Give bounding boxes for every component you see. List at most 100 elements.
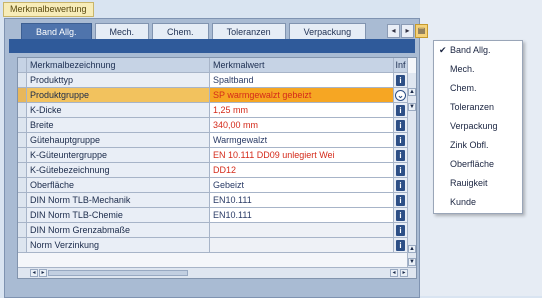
characteristic-value-field[interactable]: Gebeizt [210,178,394,193]
row-selector[interactable] [18,73,27,88]
menu-item-label: Band Allg. [450,45,491,55]
characteristic-value-field[interactable] [210,223,394,238]
characteristics-panel: Band Allg. Mech. Chem. Toleranzen Verpac… [4,18,428,298]
table-row[interactable]: Güte­hauptgruppe Warmgewalzt i [18,133,408,148]
tab-prev-button[interactable]: ◂ [387,24,400,38]
table-row[interactable]: K-Dicke 1,25 mm i [18,103,408,118]
menu-item[interactable]: Zink Obfl. [434,136,522,155]
menu-item[interactable]: Oberfläche [434,155,522,174]
characteristic-value-field[interactable]: EN 10.111 DD09 unlegiert Wei [210,148,394,163]
table-row[interactable]: DIN Norm Grenzabmaße i [18,223,408,238]
info-icon[interactable]: i [396,165,405,176]
menu-item[interactable]: Chem. [434,79,522,98]
characteristic-value-field[interactable]: SP warmgewalzt gebeizt [210,88,394,103]
table-row[interactable]: K-Güteuntergruppe EN 10.111 DD09 unlegier… [18,148,408,163]
table-row[interactable]: Produktgruppe SP warmgewalzt gebeizt ⌄ [18,88,408,103]
row-selector[interactable] [18,148,27,163]
characteristic-value-field[interactable]: 340,00 mm [210,118,394,133]
characteristic-value-field[interactable]: Spaltband [210,73,394,88]
characteristic-value-field[interactable]: DD12 [210,163,394,178]
info-icon[interactable]: i [396,210,405,221]
column-header-info[interactable]: Inf [394,58,408,73]
row-selector[interactable] [18,103,27,118]
row-selector[interactable] [18,238,27,253]
info-icon[interactable]: i [396,225,405,236]
tab-band-allg[interactable]: Band Allg. [21,23,92,40]
scroll-left-icon[interactable]: ◂ [30,269,38,277]
scroll-down-icon[interactable]: ▼ [408,103,416,111]
info-icon[interactable]: i [396,150,405,161]
scroll-right-end-icon[interactable]: ▸ [400,269,408,277]
tab-toleranzen[interactable]: Toleranzen [211,23,286,40]
tab-next-button[interactable]: ▸ [401,24,414,38]
table-row[interactable]: Breite 340,00 mm i [18,118,408,133]
characteristic-name: K-Güteuntergruppe [27,148,210,163]
scroll-up-icon[interactable]: ▲ [408,88,416,96]
characteristic-name: Produktgruppe [27,88,210,103]
table-row[interactable]: DIN Norm TLB-Chemie EN10.111 i [18,208,408,223]
menu-item-label: Oberfläche [450,159,495,169]
characteristic-value-field[interactable]: EN10.111 [210,208,394,223]
info-icon[interactable]: i [396,135,405,146]
row-selector-header[interactable] [18,58,27,73]
characteristic-name: Güte­hauptgruppe [27,133,210,148]
characteristic-value-field[interactable] [210,238,394,253]
scroll-left-end-icon[interactable]: ◂ [390,269,398,277]
row-selector[interactable] [18,208,27,223]
menu-item[interactable]: Rauigkeit [434,174,522,193]
tab-list-menu-button[interactable]: ▤ [415,24,428,38]
info-icon[interactable]: i [396,240,405,251]
scroll-up-bottom-icon[interactable]: ▲ [408,245,416,253]
row-selector[interactable] [18,88,27,103]
characteristic-name: Produkttyp [27,73,210,88]
info-icon[interactable]: i [396,180,405,191]
tab-verpackung[interactable]: Verpackung [288,23,367,40]
tab-chem[interactable]: Chem. [152,23,209,40]
table-row[interactable]: Oberfläche Gebeizt i [18,178,408,193]
characteristic-name: Norm Verzinkung [27,238,210,253]
info-cell: i [394,238,408,253]
info-icon[interactable]: i [396,120,405,131]
row-selector[interactable] [18,178,27,193]
info-icon[interactable]: i [396,105,405,116]
column-header-value[interactable]: Merkmalwert [210,58,394,73]
horizontal-scroll-thumb[interactable] [48,270,188,276]
table-row[interactable]: DIN Norm TLB-Mechanik EN10.111 i [18,193,408,208]
characteristic-value-field[interactable]: 1,25 mm [210,103,394,118]
tab-strip: Band Allg. Mech. Chem. Toleranzen Verpac… [21,23,369,40]
row-selector[interactable] [18,133,27,148]
table-grid: Merkmalbezeichnung Merkmalwert Inf Produ… [18,58,408,253]
characteristic-value-field[interactable]: Warmgewalzt [210,133,394,148]
characteristic-name: DIN Norm TLB-Mechanik [27,193,210,208]
tab-navigation: ◂ ▸ ▤ [387,24,428,38]
characteristic-name: DIN Norm TLB-Chemie [27,208,210,223]
scroll-right-icon[interactable]: ▸ [39,269,47,277]
characteristic-value-field[interactable]: EN10.111 [210,193,394,208]
row-selector[interactable] [18,163,27,178]
menu-item[interactable]: ✔ Band Allg. [434,41,522,60]
horizontal-scrollbar[interactable]: ◂ ▸ ◂ ▸ [18,267,416,278]
info-icon[interactable]: i [396,75,405,86]
row-selector[interactable] [18,223,27,238]
column-header-name[interactable]: Merkmalbezeichnung [27,58,210,73]
active-tab-strip [9,39,415,53]
scroll-down-bottom-icon[interactable]: ▼ [408,258,416,266]
menu-item[interactable]: Kunde [434,193,522,212]
row-selector[interactable] [18,193,27,208]
info-cell: i [394,73,408,88]
table-row[interactable]: K-Gütebezeichnung DD12 i [18,163,408,178]
table-row[interactable]: Produkttyp Spaltband i [18,73,408,88]
characteristic-name: Breite [27,118,210,133]
menu-item[interactable]: Verpackung [434,117,522,136]
characteristic-name: K-Dicke [27,103,210,118]
table-row[interactable]: Norm Verzinkung i [18,238,408,253]
menu-item[interactable]: Mech. [434,60,522,79]
row-selector[interactable] [18,118,27,133]
menu-item[interactable]: Toleranzen [434,98,522,117]
menu-item-label: Verpackung [450,121,498,131]
value-help-icon[interactable]: ⌄ [395,90,406,101]
info-icon[interactable]: i [396,195,405,206]
info-cell: i [394,103,408,118]
vertical-scrollbar[interactable]: ▲ ▼ ▲ ▼ [407,73,416,267]
tab-mech[interactable]: Mech. [94,23,150,40]
